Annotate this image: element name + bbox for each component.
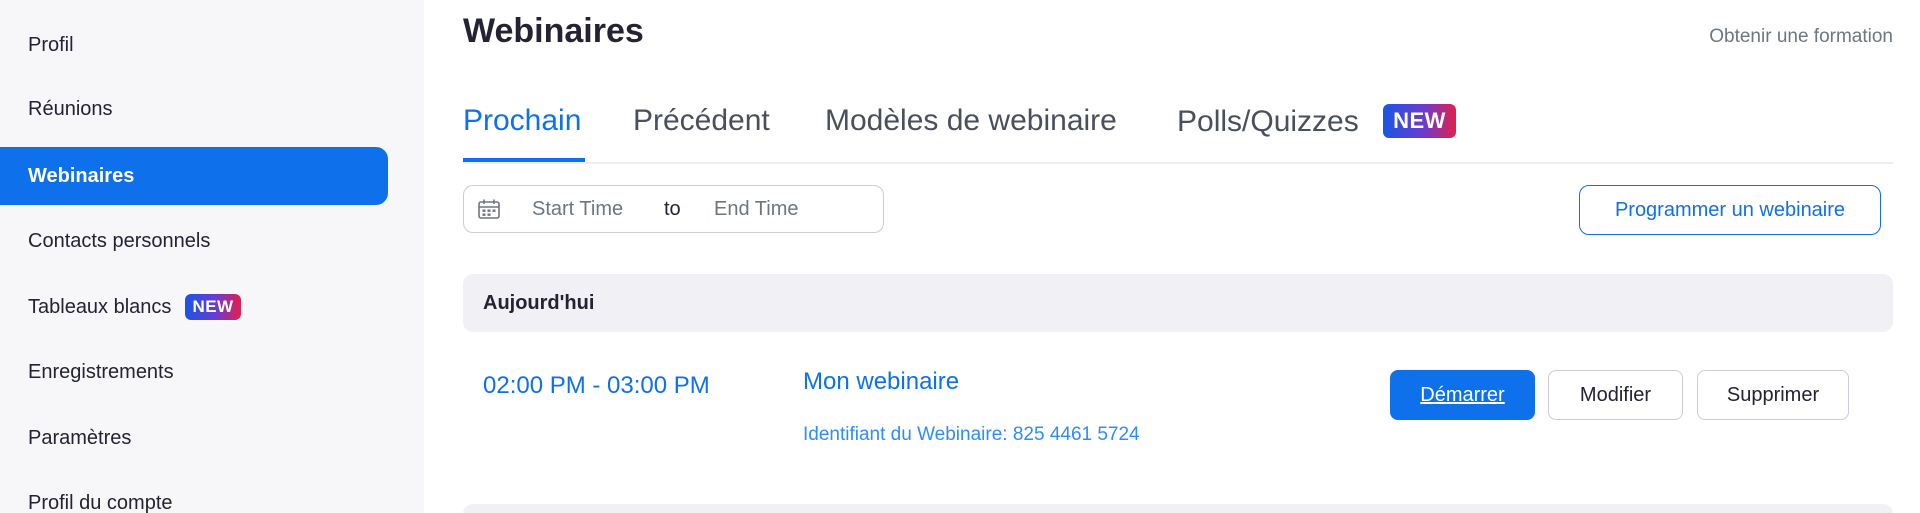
- sidebar-item-label: Paramètres: [28, 426, 132, 449]
- sidebar-item-label: Webinaires: [28, 164, 135, 187]
- sidebar-item-reunions[interactable]: Réunions: [0, 80, 388, 138]
- webinar-id: Identifiant du Webinaire: 825 4461 5724: [803, 424, 1140, 445]
- sidebar-item-label: Profil: [28, 33, 74, 56]
- date-range-picker[interactable]: Start Time to End Time: [463, 185, 884, 233]
- sidebar-item-tableaux-blancs[interactable]: Tableaux blancs NEW: [0, 278, 388, 336]
- sidebar-item-label: Contacts personnels: [28, 229, 211, 252]
- tab-bar: Prochain Précédent Modèles de webinaire …: [463, 96, 1893, 164]
- edit-button[interactable]: Modifier: [1548, 370, 1683, 420]
- section-title: Aujourd'hui: [483, 291, 595, 314]
- calendar-icon[interactable]: [478, 199, 500, 219]
- end-time-input[interactable]: End Time: [714, 198, 798, 221]
- page-title: Webinaires: [463, 12, 644, 50]
- date-range-separator: to: [664, 197, 681, 220]
- main-content: Webinaires Obtenir une formation Prochai…: [463, 0, 1893, 513]
- sidebar: Profil Réunions Webinaires Contacts pers…: [0, 0, 424, 513]
- sidebar-item-enregistrements[interactable]: Enregistrements: [0, 343, 388, 401]
- sidebar-item-label: Enregistrements: [28, 360, 174, 383]
- section-header-today: Aujourd'hui: [463, 274, 1893, 332]
- delete-button[interactable]: Supprimer: [1697, 370, 1849, 420]
- active-tab-indicator: [463, 158, 585, 162]
- sidebar-item-label: Tableaux blancs: [28, 295, 172, 318]
- training-link[interactable]: Obtenir une formation: [1709, 26, 1893, 48]
- webinar-title-link[interactable]: Mon webinaire: [803, 368, 959, 396]
- webinar-time: 02:00 PM - 03:00 PM: [483, 372, 710, 399]
- new-badge: NEW: [1383, 104, 1456, 138]
- sidebar-item-profil-du-compte[interactable]: Profil du compte: [0, 474, 388, 513]
- schedule-webinar-button[interactable]: Programmer un webinaire: [1579, 185, 1881, 235]
- sidebar-item-contacts-personnels[interactable]: Contacts personnels: [0, 212, 388, 270]
- tab-modeles-de-webinaire[interactable]: Modèles de webinaire: [825, 104, 1117, 138]
- sidebar-item-parametres[interactable]: Paramètres: [0, 409, 388, 467]
- sidebar-item-profil[interactable]: Profil: [0, 16, 388, 74]
- next-section-header: [463, 504, 1893, 513]
- tab-label: Prochain: [463, 104, 582, 137]
- tab-label: Modèles de webinaire: [825, 104, 1117, 137]
- sidebar-item-label: Profil du compte: [28, 491, 173, 513]
- tab-label: Précédent: [633, 104, 770, 137]
- sidebar-item-webinaires[interactable]: Webinaires: [0, 147, 388, 205]
- tab-label: Polls/Quizzes: [1177, 105, 1359, 138]
- new-badge: NEW: [185, 294, 241, 320]
- tab-prochain[interactable]: Prochain: [463, 104, 581, 138]
- start-time-input[interactable]: Start Time: [532, 198, 623, 221]
- app-window: Profil Réunions Webinaires Contacts pers…: [0, 0, 1920, 513]
- sidebar-item-label: Réunions: [28, 97, 113, 120]
- tab-polls-quizzes[interactable]: Polls/Quizzes NEW: [1177, 104, 1456, 139]
- start-button[interactable]: Démarrer: [1390, 370, 1535, 420]
- tab-precedent[interactable]: Précédent: [633, 104, 770, 138]
